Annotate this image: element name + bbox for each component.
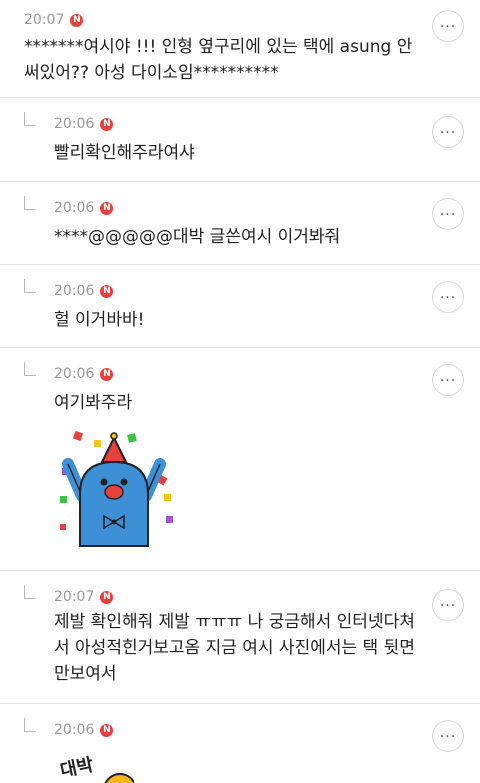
comment-time: 20:06 [54, 116, 95, 132]
comment-time: 20:06 [54, 366, 95, 382]
comment-text: ****@@@@@대박 글쓴여시 이거봐줘 [54, 227, 341, 247]
more-options-button[interactable]: ... [432, 589, 464, 621]
comment-meta: 20:06 N [54, 114, 420, 134]
more-dots-icon: ... [439, 594, 457, 610]
reply-arrow-icon [24, 112, 36, 126]
more-dots-icon: ... [439, 203, 457, 219]
comment-meta: 20:06 N [54, 281, 420, 301]
blue-party-character-sticker [60, 430, 173, 547]
reply-arrow-icon [24, 196, 36, 210]
new-badge: N [70, 13, 84, 27]
comment-time: 20:07 [24, 12, 65, 28]
reply-comment: 20:06 N 빨리확인해주라여샤 ... [0, 98, 480, 182]
more-dots-icon: ... [439, 121, 457, 137]
comment-text: 헐 이거바바! [54, 310, 145, 330]
comment-meta: 20:06 N [54, 198, 420, 218]
reply-comment: 20:06 N ****@@@@@대박 글쓴여시 이거봐줘 ... [0, 182, 480, 265]
daebak-sticker: 대박 [58, 754, 134, 783]
comment-feed: 20:07 N *******여시야 !!! 인형 옆구리에 있는 택에 asu… [0, 0, 480, 783]
reply-comment: 20:06 N 헐 이거바바! ... [0, 265, 480, 348]
reply-comment: 20:06 N 대박 ... [0, 704, 480, 783]
new-badge: N [100, 201, 114, 215]
comment-meta: 20:07 N [54, 587, 420, 607]
comment-time: 20:06 [54, 722, 95, 738]
more-options-button[interactable]: ... [432, 720, 464, 752]
more-options-button[interactable]: ... [432, 10, 464, 42]
reply-arrow-icon [24, 585, 36, 599]
comment-text: 제발 확인해줘 제발 ㅠㅠㅠ 나 궁금해서 인터넷다쳐서 아성적힌거보고옴 지금… [54, 612, 415, 684]
comment: 20:07 N *******여시야 !!! 인형 옆구리에 있는 택에 asu… [0, 0, 480, 98]
comment-text: 여기봐주라 [54, 393, 133, 413]
comment-meta: 20:06 N [54, 720, 420, 740]
reply-arrow-icon [24, 718, 36, 732]
comment-time: 20:06 [54, 283, 95, 299]
reply-arrow-icon [24, 362, 36, 376]
more-options-button[interactable]: ... [432, 364, 464, 396]
new-badge: N [100, 590, 114, 604]
more-dots-icon: ... [439, 15, 457, 31]
comment-text: 빨리확인해주라여샤 [54, 143, 195, 163]
sticker-text: 대박 [58, 754, 95, 782]
more-options-button[interactable]: ... [432, 198, 464, 230]
new-badge: N [100, 723, 114, 737]
reply-arrow-icon [24, 279, 36, 293]
new-badge: N [100, 117, 114, 131]
comment-meta: 20:07 N [24, 10, 420, 30]
more-dots-icon: ... [439, 725, 457, 741]
more-dots-icon: ... [439, 286, 457, 302]
comment-time: 20:06 [54, 200, 95, 216]
more-dots-icon: ... [439, 369, 457, 385]
more-options-button[interactable]: ... [432, 116, 464, 148]
reply-comment: 20:06 N 여기봐주라 ... [0, 348, 480, 571]
more-options-button[interactable]: ... [432, 281, 464, 313]
comment-text: *******여시야 !!! 인형 옆구리에 있는 택에 asung 안써있어?… [24, 37, 413, 83]
comment-time: 20:07 [54, 589, 95, 605]
comment-meta: 20:06 N [54, 364, 420, 384]
reply-comment: 20:07 N 제발 확인해줘 제발 ㅠㅠㅠ 나 궁금해서 인터넷다쳐서 아성적… [0, 571, 480, 704]
new-badge: N [100, 367, 114, 381]
new-badge: N [100, 284, 114, 298]
